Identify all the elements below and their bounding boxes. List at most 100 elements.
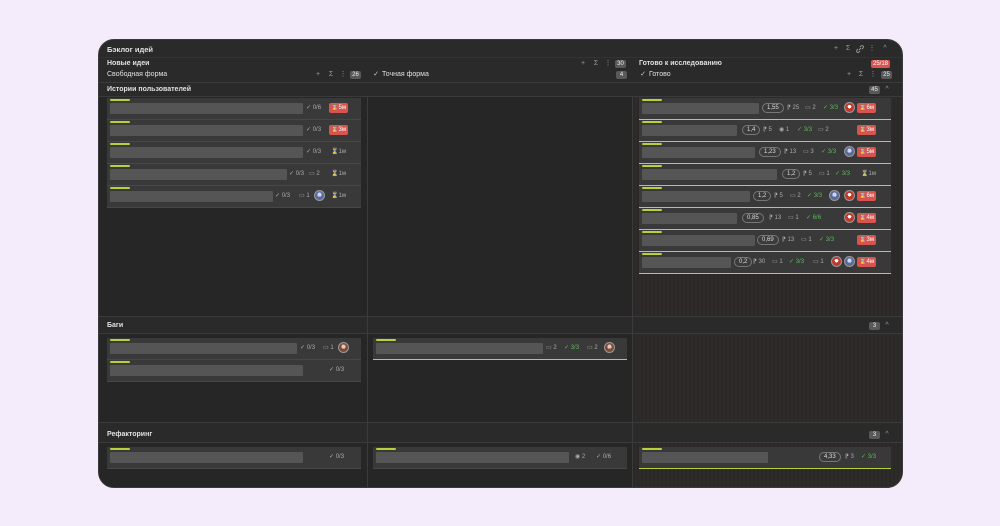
- card[interactable]: 0,2 ⁋ 30 ▭ 1 ✓ 3/3 ▭ 1 ⌛4м: [639, 252, 891, 274]
- age-tag: ⌛3м: [329, 125, 348, 135]
- card[interactable]: ✓ 0/3 ⌛3м: [107, 120, 361, 142]
- sum-icon[interactable]: Σ: [844, 45, 852, 53]
- checklist-count: ✓ 3/3: [823, 105, 839, 111]
- card[interactable]: ✓ 0/3 ▭ 1 ⌛1м: [107, 186, 361, 208]
- checklist-count: ✓ 0/3: [275, 193, 291, 199]
- card-title: [642, 147, 755, 158]
- swimlane-title-refactoring[interactable]: Рефакторинг: [107, 431, 152, 438]
- comments-count: ▭ 1: [813, 259, 824, 265]
- age-tag: ⌛5м: [857, 147, 876, 157]
- card-accent: [110, 121, 130, 123]
- card-title: [110, 365, 303, 376]
- swimlane-title-bugs[interactable]: Баги: [107, 322, 123, 329]
- card-accent: [110, 187, 130, 189]
- card[interactable]: 1,2 ⁋ 5 ▭ 1 ✓ 3/3 ⌛1м: [639, 164, 891, 186]
- subcolumn-count-badge: 26: [350, 71, 361, 79]
- card-accent: [642, 121, 662, 123]
- comments-count: ▭ 2: [790, 193, 801, 199]
- score-pill: 0,85: [742, 213, 764, 223]
- more-icon[interactable]: ⋮: [868, 45, 876, 53]
- add-icon[interactable]: +: [832, 45, 840, 53]
- swimlane-title-user-stories[interactable]: Истории пользователей: [107, 86, 191, 93]
- card[interactable]: 0,85 ⁋ 13 ▭ 1 ✓ 6/6 ⌛4м: [639, 208, 891, 230]
- board-title: Бэклог идей: [107, 45, 153, 54]
- card-accent: [110, 99, 130, 101]
- avatar[interactable]: [844, 146, 855, 157]
- card[interactable]: ✓ 0/3 ⌛1м: [107, 142, 361, 164]
- comments-count: ▭ 1: [788, 215, 799, 221]
- checklist-count: ✓ 0/3: [300, 345, 316, 351]
- sum-icon[interactable]: Σ: [327, 71, 335, 79]
- card[interactable]: 1,4 ⁋ 5 ◉ 1 ✓ 3/3 ▭ 2 ⌛3м: [639, 120, 891, 142]
- collapse-icon[interactable]: ^: [883, 431, 891, 439]
- views-count: ◉ 1: [779, 127, 790, 133]
- pins-count: ⁋ 5: [803, 171, 812, 177]
- card[interactable]: 1,23 ⁋ 13 ▭ 3 ✓ 3/3 ⌛5м: [639, 142, 891, 164]
- sum-icon[interactable]: Σ: [857, 71, 865, 79]
- checklist-count: ✓ 0/6: [596, 454, 612, 460]
- age-tag: ⌛4м: [857, 213, 876, 223]
- card[interactable]: ✓ 0/6 ⌛5м: [107, 98, 361, 120]
- avatar[interactable]: [844, 102, 855, 113]
- more-icon[interactable]: ⋮: [604, 60, 612, 68]
- card[interactable]: 1,2 ⁋ 5 ▭ 2 ✓ 3/3 ⌛6м: [639, 186, 891, 208]
- card-title: [642, 257, 731, 268]
- add-icon[interactable]: +: [314, 71, 322, 79]
- avatar[interactable]: [314, 190, 325, 201]
- collapse-icon[interactable]: ^: [881, 45, 889, 53]
- add-icon[interactable]: +: [845, 71, 853, 79]
- card[interactable]: 1,55 ⁋ 25 ▭ 2 ✓ 3/3 ⌛6м: [639, 98, 891, 120]
- card[interactable]: 0,69 ⁋ 13 ▭ 1 ✓ 3/3 ⌛3м: [639, 230, 891, 252]
- card[interactable]: 4,33 ⁋ 3 ✓ 3/3: [639, 447, 891, 469]
- score-pill: 1,55: [762, 103, 784, 113]
- more-icon[interactable]: ⋮: [339, 71, 347, 79]
- check-icon: ✓: [373, 71, 379, 78]
- link-icon[interactable]: [856, 45, 864, 53]
- pins-count: ⁋ 3: [845, 454, 854, 460]
- collapse-icon[interactable]: ^: [883, 86, 891, 94]
- card-accent: [642, 165, 662, 167]
- card-title: [110, 343, 297, 354]
- age-tag: ⌛6м: [857, 191, 876, 201]
- card-title: [642, 125, 737, 136]
- avatar[interactable]: [844, 190, 855, 201]
- avatar[interactable]: [604, 342, 615, 353]
- avatar[interactable]: [338, 342, 349, 353]
- sum-icon[interactable]: Σ: [592, 60, 600, 68]
- avatar[interactable]: [829, 190, 840, 201]
- comments-count: ▭ 2: [805, 105, 816, 111]
- pins-count: ⁋ 13: [782, 237, 795, 243]
- pins-count: ⁋ 13: [769, 215, 782, 221]
- card[interactable]: ✓ 0/3: [107, 447, 361, 469]
- card[interactable]: ◉ 2 ✓ 0/6: [373, 447, 627, 469]
- card[interactable]: ✓ 0/3 ▭ 1: [107, 338, 361, 360]
- age-tag: ⌛1м: [331, 193, 346, 199]
- collapse-icon[interactable]: ^: [883, 322, 891, 330]
- comments-count: ▭ 2: [587, 345, 598, 351]
- checklist-count: ✓ 0/3: [306, 149, 322, 155]
- card-accent: [642, 253, 662, 255]
- card-accent: [110, 165, 130, 167]
- pins-count: ⁋ 30: [753, 259, 766, 265]
- avatar[interactable]: [844, 212, 855, 223]
- pins-count: ⁋ 13: [784, 149, 797, 155]
- card-accent: [642, 448, 662, 450]
- add-icon[interactable]: +: [579, 60, 587, 68]
- more-icon[interactable]: ⋮: [869, 71, 877, 79]
- card-accent: [110, 339, 130, 341]
- checklist-count: ✓ 0/3: [306, 127, 322, 133]
- score-pill: 0,2: [734, 257, 753, 267]
- subcolumn-header-exact-form: Точная форма: [382, 71, 429, 78]
- card[interactable]: ✓ 0/3: [107, 360, 361, 382]
- pins-count: ⁋ 5: [763, 127, 772, 133]
- age-tag: ⌛1м: [331, 149, 346, 155]
- card[interactable]: ▭ 2 ✓ 3/3 ▭ 2: [373, 338, 627, 360]
- cell-bugs-done: [633, 334, 902, 422]
- comments-count: ▭ 1: [801, 237, 812, 243]
- avatar[interactable]: [831, 256, 842, 267]
- card-list-us-done: 1,55 ⁋ 25 ▭ 2 ✓ 3/3 ⌛6м 1,4 ⁋ 5 ◉ 1 ✓ 3/…: [639, 98, 891, 274]
- checklist-count: ✓ 3/3: [821, 149, 837, 155]
- card[interactable]: ✓ 0/3 ▭ 2 ⌛1м: [107, 164, 361, 186]
- checklist-count: ✓ 3/3: [807, 193, 823, 199]
- avatar[interactable]: [844, 256, 855, 267]
